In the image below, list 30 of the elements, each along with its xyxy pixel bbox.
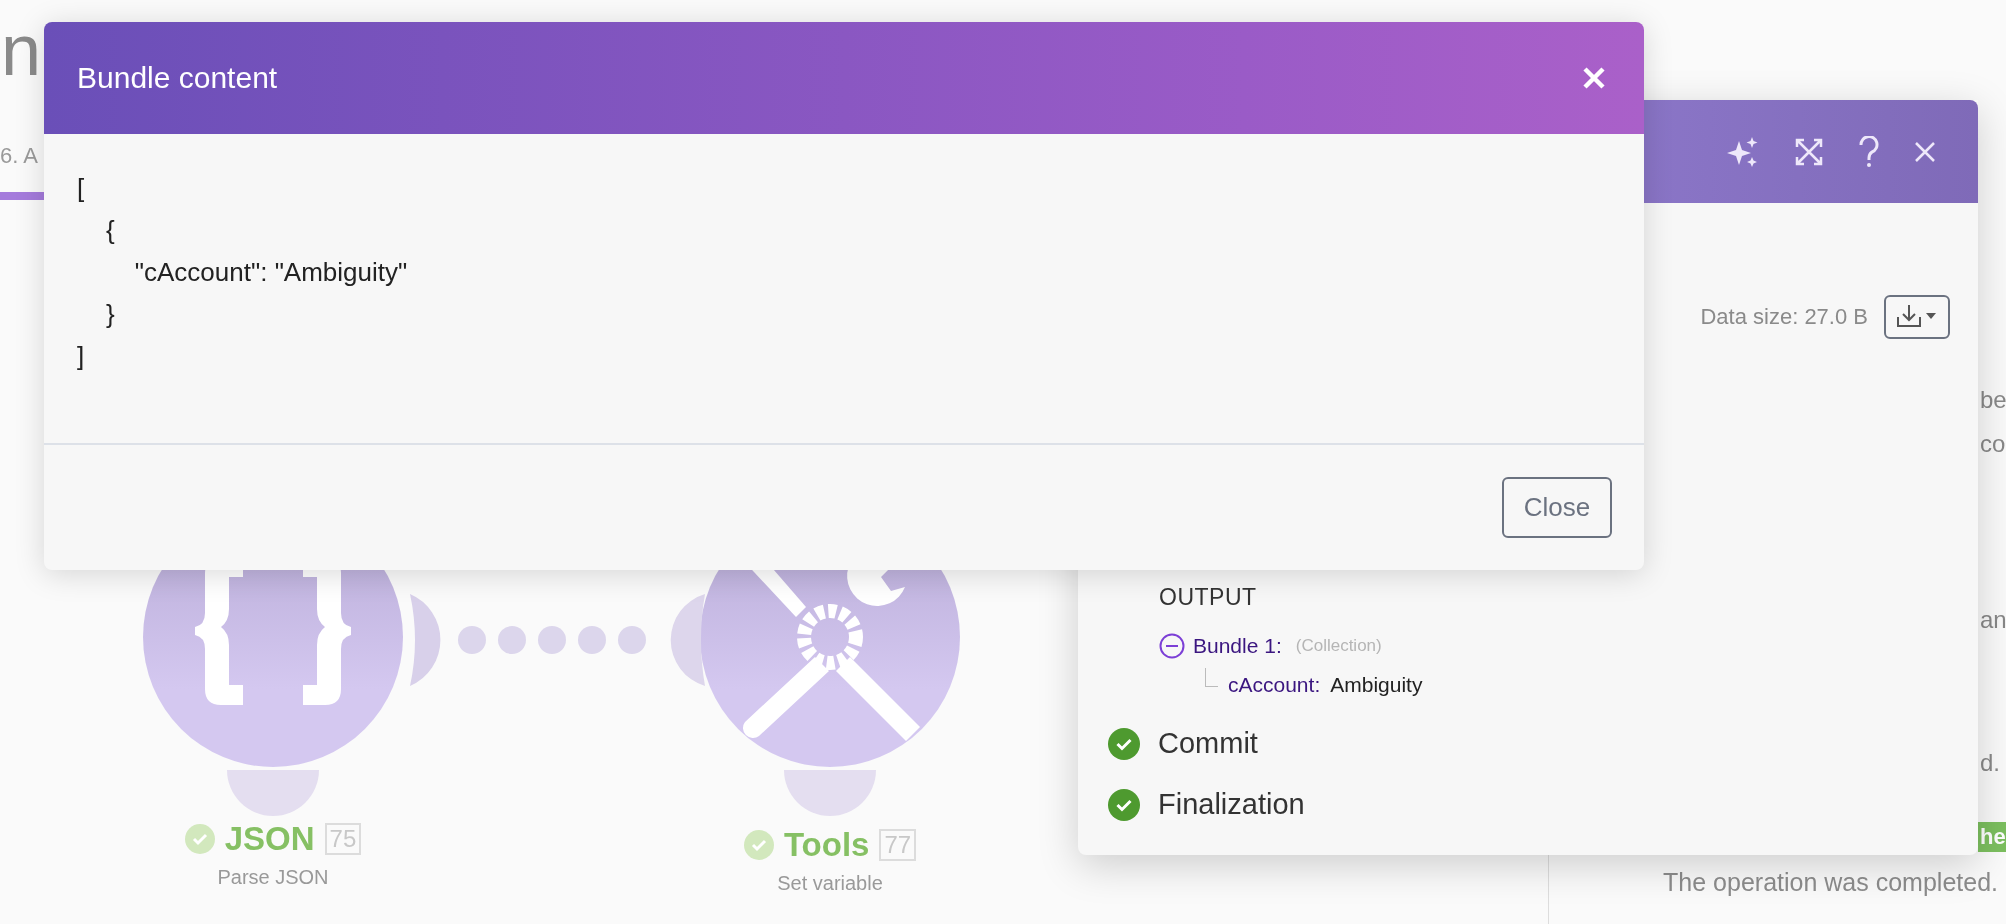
data-size-text: Data size: 27.0 B <box>1700 304 1868 330</box>
field-value: Ambiguity <box>1330 673 1423 697</box>
help-icon[interactable] <box>1858 135 1880 168</box>
section-heading: OUTPUT <box>1159 584 1258 611</box>
status-badge: he <box>1978 822 2006 852</box>
status-message: The operation was completed. <box>1663 868 1998 897</box>
phase-label: Commit <box>1158 727 1258 760</box>
close-icon[interactable] <box>1914 140 1936 163</box>
modal-title: Bundle content <box>77 61 278 95</box>
close-button[interactable]: Close <box>1502 477 1612 538</box>
phase-label: Finalization <box>1158 788 1305 821</box>
description-text: be <box>1980 386 2006 414</box>
tab[interactable]: 6. A <box>0 143 38 169</box>
page-heading: n <box>1 14 42 86</box>
module-name: JSON <box>224 820 315 858</box>
tree-line <box>1205 667 1218 687</box>
module-description: Set variable <box>777 872 883 895</box>
description-text: co <box>1980 430 2006 458</box>
description-text: d. <box>1980 749 2000 777</box>
module-description: Parse JSON <box>217 866 329 889</box>
description-text: an <box>1980 606 2006 634</box>
bundle-type: (Collection) <box>1295 636 1382 656</box>
expand-icon[interactable] <box>1794 136 1824 167</box>
collapse-icon[interactable] <box>1159 633 1185 659</box>
bundle-label[interactable]: Bundle 1: <box>1193 634 1282 658</box>
tab-underline <box>0 192 44 200</box>
download-button[interactable] <box>1884 295 1950 339</box>
field-key: cAccount: <box>1228 673 1321 697</box>
module-name: Tools <box>783 826 870 864</box>
code-text: [ { "cAccount": "Ambiguity" } ] <box>76 172 409 373</box>
